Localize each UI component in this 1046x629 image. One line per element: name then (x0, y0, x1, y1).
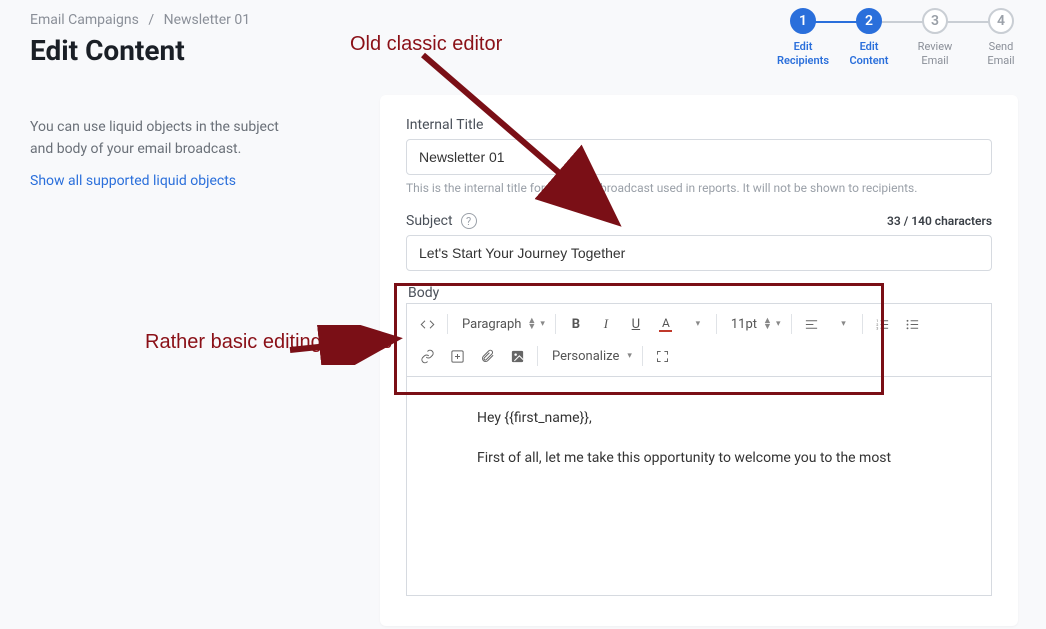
liquid-hint-text: You can use liquid objects in the subjec… (30, 117, 290, 160)
unordered-list-button[interactable] (899, 310, 927, 338)
progress-stepper: 1 Edit Recipients 2 Edit Content 3 Revie… (770, 8, 1034, 68)
toolbar-separator (537, 346, 538, 366)
toolbar-separator (447, 314, 448, 334)
breadcrumb-separator: / (148, 12, 154, 28)
link-button[interactable] (413, 342, 441, 370)
text-color-caret[interactable]: ▾ (682, 310, 710, 338)
internal-title-label: Internal Title (406, 117, 992, 133)
subject-label: Subject (406, 213, 453, 229)
insert-button[interactable] (443, 342, 471, 370)
svg-text:3: 3 (876, 326, 878, 330)
toolbar-separator (791, 314, 792, 334)
editor-toolbar: Paragraph ▲▼ ▾ B I U A ▾ (406, 303, 992, 376)
fullscreen-button[interactable] (649, 342, 677, 370)
ordered-list-button[interactable]: 123 (869, 310, 897, 338)
step-send-email[interactable]: 4 Send Email (968, 8, 1034, 68)
breadcrumb: Email Campaigns / Newsletter 01 (30, 12, 350, 28)
personalize-dropdown[interactable]: Personalize ▾ (544, 342, 636, 370)
paragraph-style-dropdown[interactable]: Paragraph ▲▼ ▾ (454, 310, 549, 338)
text-color-button[interactable]: A (652, 310, 680, 338)
toolbar-separator (642, 346, 643, 366)
italic-button[interactable]: I (592, 310, 620, 338)
align-caret[interactable]: ▾ (828, 310, 856, 338)
content-card: Internal Title This is the internal titl… (380, 95, 1018, 626)
editor-body[interactable]: Hey {{first_name}}, First of all, let me… (406, 376, 992, 596)
code-view-button[interactable] (413, 310, 441, 338)
breadcrumb-current: Newsletter 01 (164, 12, 251, 28)
attachment-button[interactable] (473, 342, 501, 370)
step-edit-content[interactable]: 2 Edit Content (836, 8, 902, 68)
font-size-dropdown[interactable]: 11pt ▲▼ ▾ (723, 310, 785, 338)
internal-title-help: This is the internal title for the email… (406, 181, 992, 195)
toolbar-separator (862, 314, 863, 334)
subject-char-count: 33 / 140 characters (887, 214, 992, 228)
body-label: Body (406, 285, 992, 301)
subject-input[interactable] (406, 235, 992, 271)
show-liquid-objects-link[interactable]: Show all supported liquid objects (30, 173, 236, 189)
breadcrumb-parent[interactable]: Email Campaigns (30, 12, 139, 28)
internal-title-input[interactable] (406, 139, 992, 175)
page-title: Edit Content (30, 34, 350, 67)
editor-line: Hey {{first_name}}, (477, 407, 921, 429)
editor-line: First of all, let me take this opportuni… (477, 447, 921, 469)
bold-button[interactable]: B (562, 310, 590, 338)
step-edit-recipients[interactable]: 1 Edit Recipients (770, 8, 836, 68)
underline-button[interactable]: U (622, 310, 650, 338)
step-review-email[interactable]: 3 Review Email (902, 8, 968, 68)
image-button[interactable] (503, 342, 531, 370)
help-icon[interactable]: ? (461, 213, 477, 229)
toolbar-separator (555, 314, 556, 334)
toolbar-separator (716, 314, 717, 334)
align-button[interactable] (798, 310, 826, 338)
